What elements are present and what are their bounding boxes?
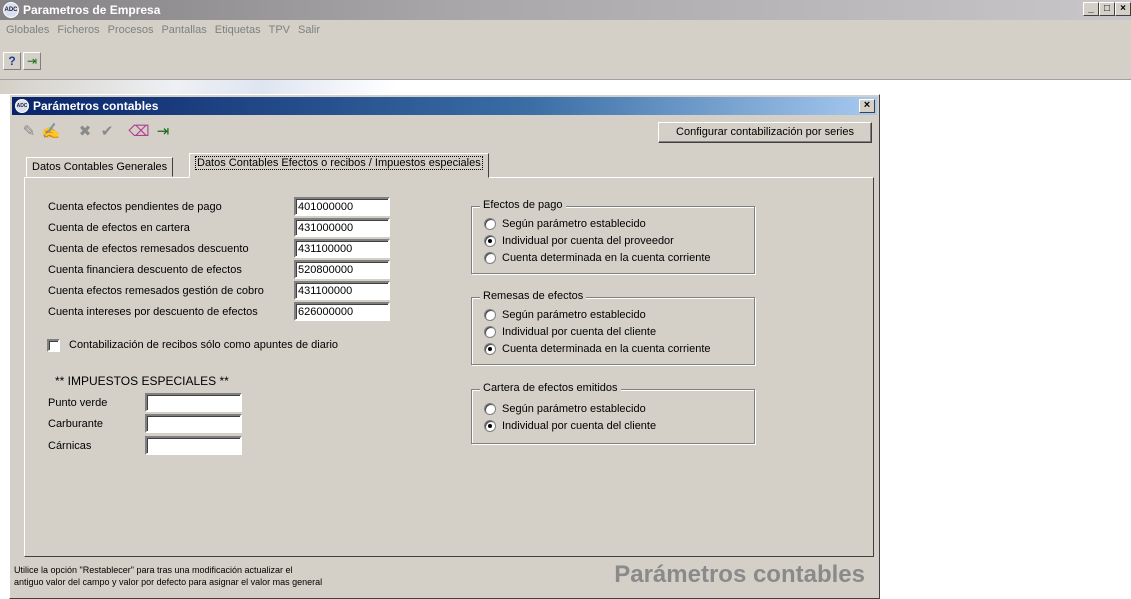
- hint-text: Utilice la opción "Restablecer" para tra…: [14, 564, 464, 588]
- hint-line: antiguo valor del campo y valor por defe…: [14, 577, 323, 587]
- cuenta-intereses-descuento-field[interactable]: [294, 302, 390, 321]
- tab-label: Datos Contables Efectos o recibos / Impu…: [195, 156, 483, 170]
- account-label: Cuenta efectos pendientes de pago: [48, 201, 222, 213]
- app-toolbar: ? ⇥: [0, 40, 1131, 80]
- exit-door-icon[interactable]: ⇥: [152, 122, 174, 142]
- cuenta-remesados-descuento-field[interactable]: [294, 239, 390, 258]
- radio-label: Individual por cuenta del cliente: [502, 420, 657, 432]
- menubar: Globales Ficheros Procesos Pantallas Eti…: [0, 20, 1131, 40]
- dialog-close-button[interactable]: ×: [859, 99, 875, 113]
- configurar-series-button[interactable]: Configurar contabilización por series: [658, 122, 872, 143]
- eraser-icon[interactable]: ⌫: [128, 122, 150, 142]
- save-icon[interactable]: ✎: [18, 122, 40, 142]
- window-controls: _ □ ×: [1083, 2, 1131, 16]
- punto-verde-field[interactable]: [145, 393, 242, 412]
- radio-label: Cuenta determinada en la cuenta corrient…: [502, 343, 711, 355]
- accept-icon[interactable]: ✔: [96, 122, 118, 142]
- carnicas-field[interactable]: [145, 436, 242, 455]
- radio-option[interactable]: Cuenta determinada en la cuenta corrient…: [484, 343, 711, 355]
- carburante-label: Carburante: [48, 418, 104, 430]
- menu-salir[interactable]: Salir: [294, 24, 324, 36]
- app-titlebar: ADC Parametros de Empresa _ □ ×: [0, 0, 1131, 20]
- radio-button[interactable]: [484, 326, 496, 338]
- cuenta-financiera-descuento-field[interactable]: [294, 260, 390, 279]
- account-label: Cuenta de efectos en cartera: [48, 222, 190, 234]
- app-logo-icon: ADC: [3, 2, 19, 18]
- menu-pantallas[interactable]: Pantallas: [157, 24, 210, 36]
- group-title: Efectos de pago: [480, 199, 566, 211]
- help-icon[interactable]: ?: [3, 52, 21, 70]
- radio-button[interactable]: [484, 420, 496, 432]
- tab-efectos-impuestos[interactable]: Datos Contables Efectos o recibos / Impu…: [189, 153, 489, 178]
- carburante-field[interactable]: [145, 414, 242, 433]
- radio-button[interactable]: [484, 235, 496, 247]
- maximize-button[interactable]: □: [1099, 2, 1115, 16]
- radio-label: Según parámetro establecido: [502, 403, 646, 415]
- cuenta-efectos-pendientes-field[interactable]: [294, 197, 390, 216]
- remesas-de-efectos-group: Remesas de efectos Según parámetro estab…: [471, 290, 755, 365]
- menu-etiquetas[interactable]: Etiquetas: [211, 24, 265, 36]
- background-decoration: [0, 80, 880, 94]
- radio-option[interactable]: Según parámetro establecido: [484, 218, 646, 230]
- dialog-title: Parámetros contables: [33, 99, 159, 113]
- app-logo-icon: ADC: [15, 99, 29, 113]
- radio-option[interactable]: Individual por cuenta del cliente: [484, 420, 656, 432]
- radio-button[interactable]: [484, 309, 496, 321]
- group-title: Cartera de efectos emitidos: [480, 382, 621, 394]
- dialog-titlebar: ADC Parámetros contables ×: [12, 97, 877, 115]
- radio-label: Cuenta determinada en la cuenta corrient…: [502, 252, 711, 264]
- minimize-button[interactable]: _: [1083, 2, 1099, 16]
- radio-button[interactable]: [484, 403, 496, 415]
- tab-panel: Cuenta efectos pendientes de pago Cuenta…: [24, 177, 874, 557]
- menu-globales[interactable]: Globales: [2, 24, 53, 36]
- radio-button[interactable]: [484, 343, 496, 355]
- radio-label: Individual por cuenta del cliente: [502, 326, 657, 338]
- menu-tpv[interactable]: TPV: [265, 24, 294, 36]
- radio-option[interactable]: Individual por cuenta del proveedor: [484, 235, 674, 247]
- edit-icon[interactable]: ✍: [40, 122, 62, 142]
- radio-label: Según parámetro establecido: [502, 309, 646, 321]
- tab-label: Datos Contables Generales: [32, 161, 168, 173]
- contabilizacion-recibos-checkbox[interactable]: [47, 339, 60, 352]
- app-title: Parametros de Empresa: [23, 3, 161, 17]
- account-label: Cuenta efectos remesados gestión de cobr…: [48, 285, 264, 297]
- footer-title: Parámetros contables: [614, 561, 865, 588]
- cuenta-remesados-gestion-cobro-field[interactable]: [294, 281, 390, 300]
- radio-option[interactable]: Según parámetro establecido: [484, 309, 646, 321]
- cartera-efectos-emitidos-group: Cartera de efectos emitidos Según paráme…: [471, 382, 755, 444]
- exit-door-icon[interactable]: ⇥: [23, 52, 41, 70]
- radio-button[interactable]: [484, 218, 496, 230]
- radio-label: Según parámetro establecido: [502, 218, 646, 230]
- hint-line: Utilice la opción "Restablecer" para tra…: [14, 565, 293, 575]
- radio-option[interactable]: Individual por cuenta del cliente: [484, 326, 656, 338]
- radio-option[interactable]: Según parámetro establecido: [484, 403, 646, 415]
- tab-datos-generales[interactable]: Datos Contables Generales: [26, 157, 174, 177]
- parametros-contables-dialog: ADC Parámetros contables × ✎ ✍ ✖ ✔ ⌫ ⇥ C…: [9, 94, 880, 599]
- radio-option[interactable]: Cuenta determinada en la cuenta corrient…: [484, 252, 711, 264]
- close-window-button[interactable]: ×: [1115, 2, 1131, 16]
- checkbox-label: Contabilización de recibos sólo como apu…: [69, 339, 339, 351]
- menu-procesos[interactable]: Procesos: [104, 24, 158, 36]
- efectos-de-pago-group: Efectos de pago Según parámetro establec…: [471, 199, 755, 274]
- carnicas-label: Cárnicas: [48, 440, 92, 452]
- account-label: Cuenta financiera descuento de efectos: [48, 264, 242, 276]
- cuenta-efectos-cartera-field[interactable]: [294, 218, 390, 237]
- account-label: Cuenta de efectos remesados descuento: [48, 243, 249, 255]
- radio-label: Individual por cuenta del proveedor: [502, 235, 674, 247]
- impuestos-heading: ** IMPUESTOS ESPECIALES **: [55, 374, 229, 388]
- account-label: Cuenta intereses por descuento de efecto…: [48, 306, 258, 318]
- radio-button[interactable]: [484, 252, 496, 264]
- menu-ficheros[interactable]: Ficheros: [53, 24, 103, 36]
- punto-verde-label: Punto verde: [48, 397, 108, 409]
- cancel-icon[interactable]: ✖: [74, 122, 96, 142]
- group-title: Remesas de efectos: [480, 290, 587, 302]
